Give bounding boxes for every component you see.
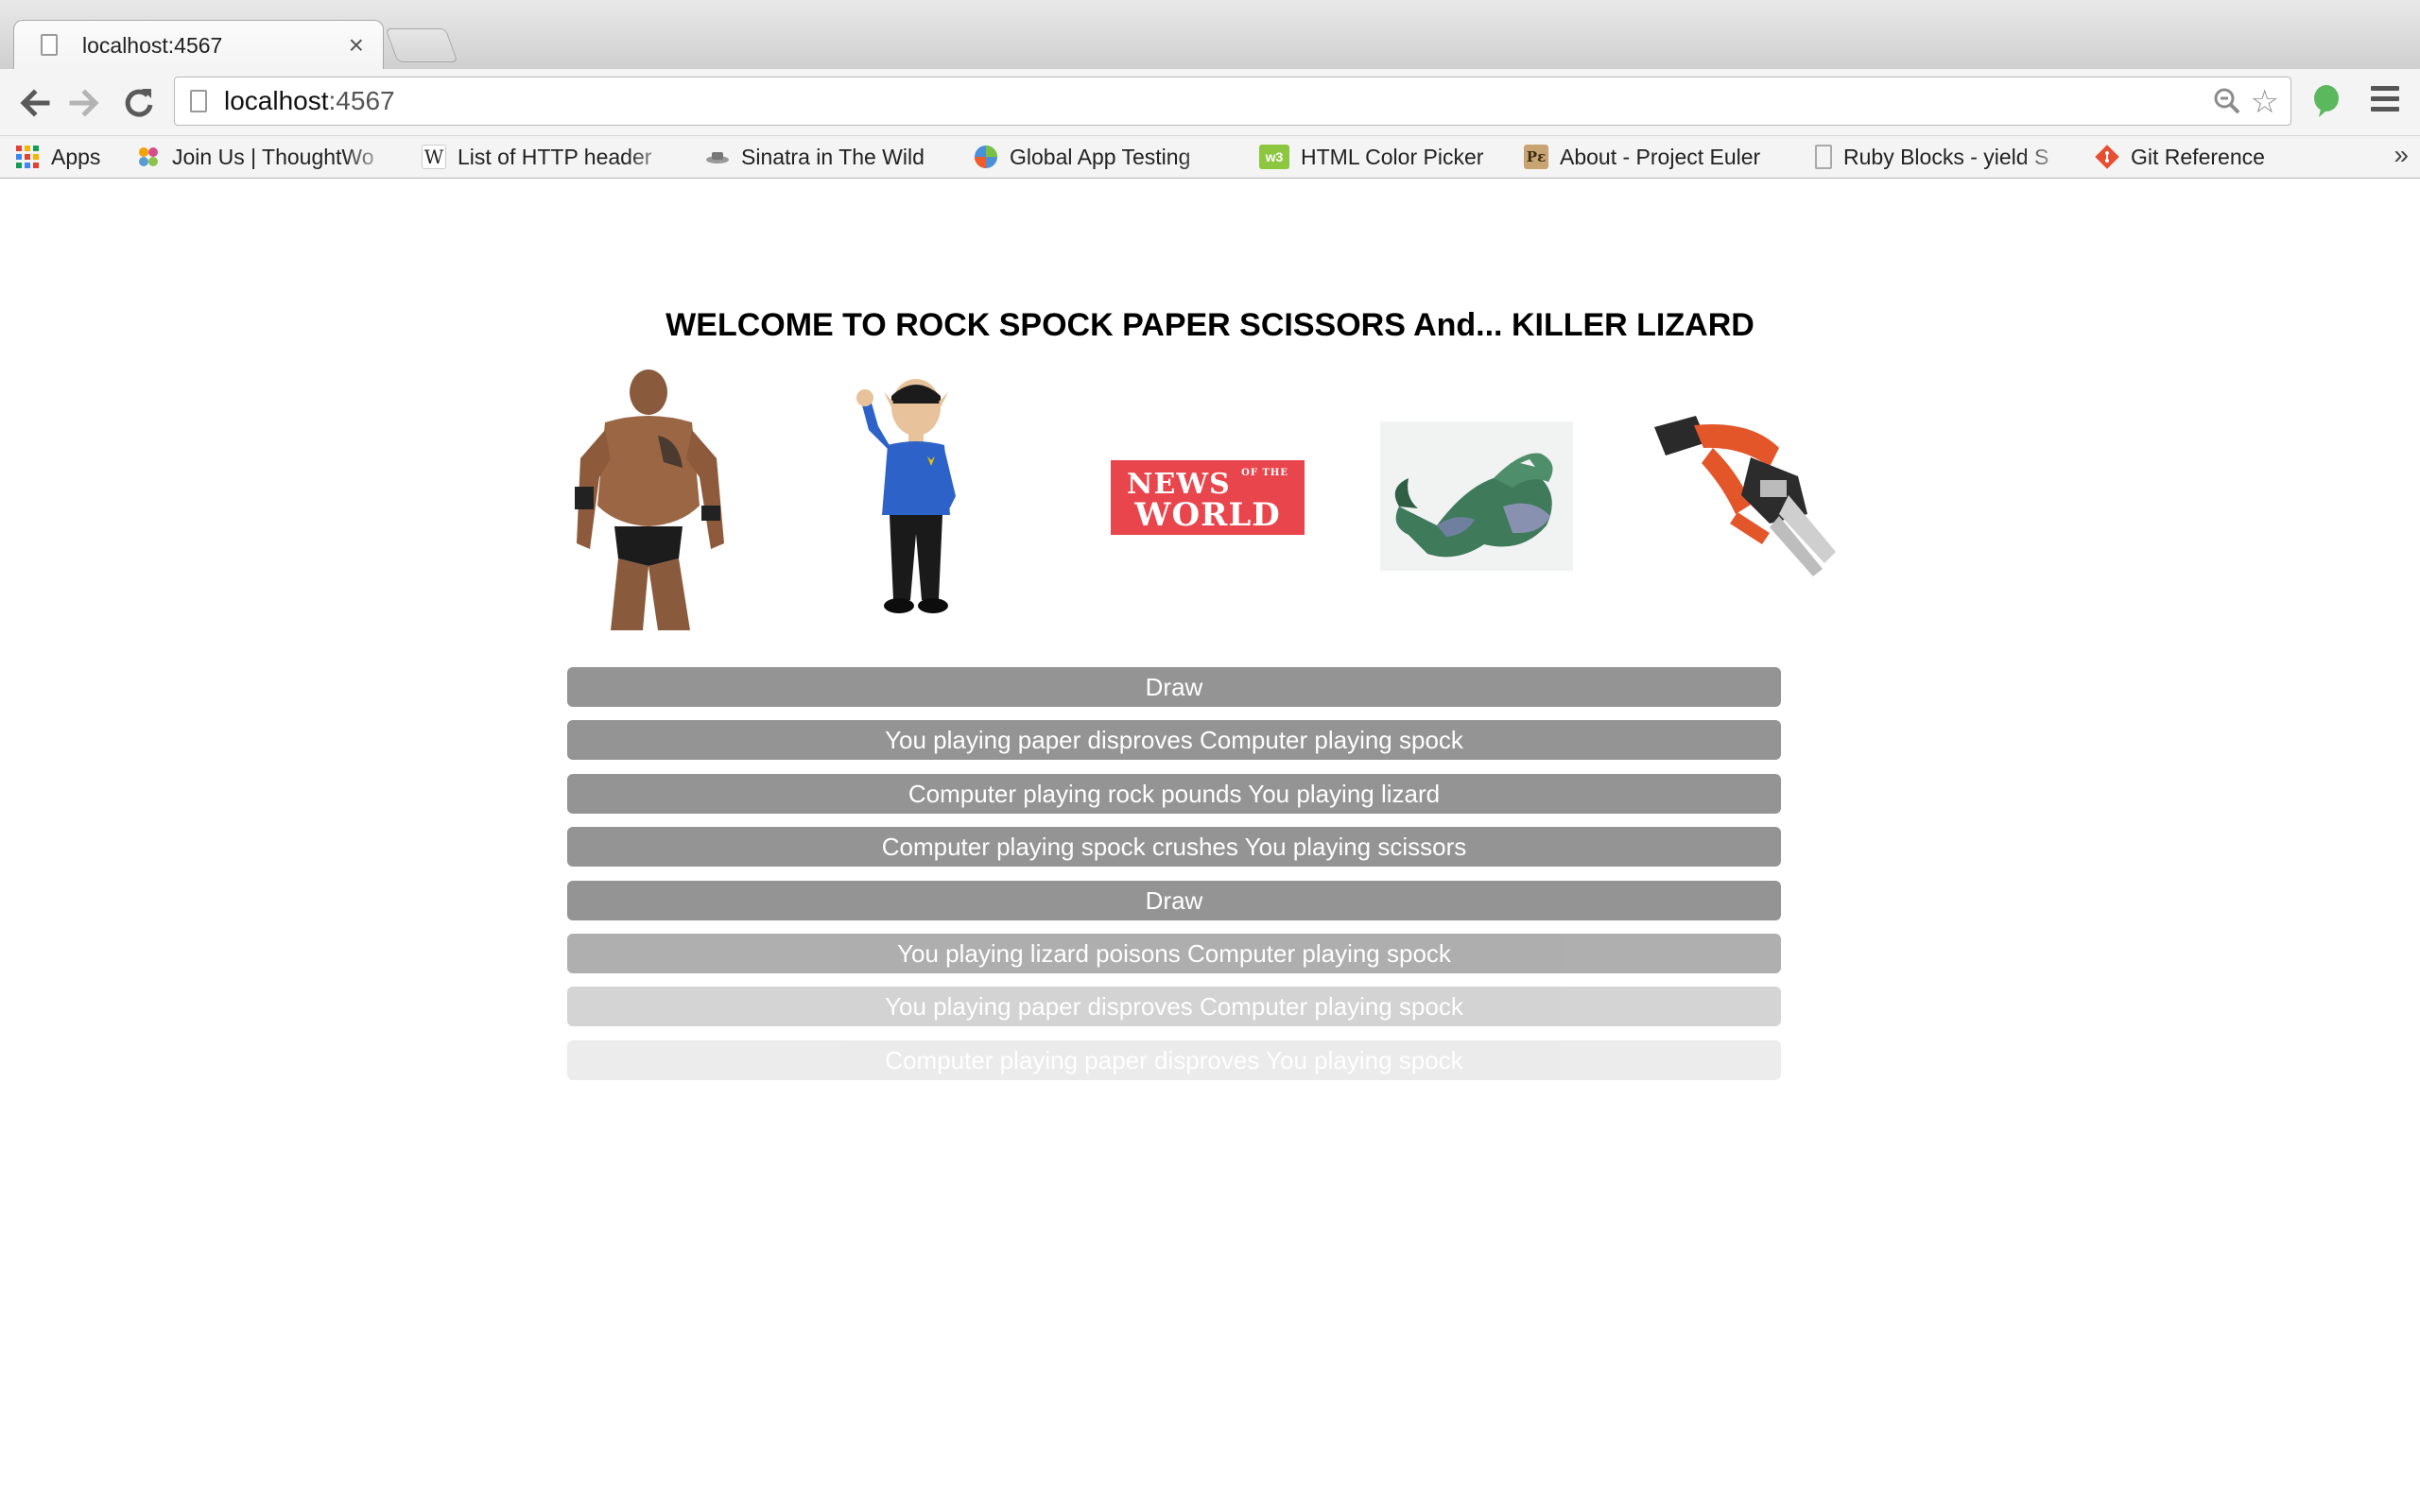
bookmark-git-reference[interactable]: Git Reference xyxy=(2095,136,2322,178)
result-row: You playing paper disproves Computer pla… xyxy=(567,720,1781,761)
address-bar[interactable]: localhost:4567 ☆ xyxy=(174,77,2291,126)
bookmark-http-headers[interactable]: W List of HTTP header xyxy=(422,136,679,178)
zoom-icon[interactable] xyxy=(2213,87,2241,115)
url-text: localhost:4567 xyxy=(224,86,395,115)
page-icon xyxy=(41,34,58,56)
result-row: Computer playing paper disproves You pla… xyxy=(567,1040,1781,1080)
wikipedia-logo-icon: W xyxy=(422,144,446,169)
tab-close-icon[interactable]: × xyxy=(349,30,364,60)
back-icon[interactable] xyxy=(13,82,55,124)
bookmark-project-euler[interactable]: Pε About - Project Euler xyxy=(1524,136,1804,178)
apps-grid-icon xyxy=(16,145,39,168)
bookmark-html-color-picker[interactable]: w3 HTML Color Picker xyxy=(1259,136,1505,178)
browser-toolbar: localhost:4567 ☆ xyxy=(0,69,2420,136)
page-title: WELCOME TO ROCK SPOCK PAPER SCISSORS And… xyxy=(666,307,1754,343)
result-row: You playing paper disproves Computer pla… xyxy=(567,987,1781,1027)
bookmarks-bar: Apps Join Us | ThoughtWo W List of HTTP h… xyxy=(0,136,2420,179)
menu-icon[interactable] xyxy=(2371,86,2399,114)
newspaper-logo-line2: WORLD xyxy=(1134,496,1281,534)
result-row: Draw xyxy=(567,880,1781,920)
bookmark-global-app-testing[interactable]: Global App Testing xyxy=(974,136,1231,178)
lizard-image[interactable] xyxy=(1380,421,1573,571)
result-row: Draw xyxy=(567,667,1781,707)
wrestler-image[interactable] xyxy=(567,364,730,630)
spock-image[interactable] xyxy=(856,373,969,619)
bookmarks-overflow-icon[interactable]: » xyxy=(2394,136,2409,174)
bookmark-sinatra[interactable]: Sinatra in The Wild xyxy=(705,136,960,178)
result-row: You playing lizard poisons Computer play… xyxy=(567,933,1781,973)
bookmark-thoughtworks[interactable]: Join Us | ThoughtWo xyxy=(136,136,395,178)
newspaper-logo[interactable]: NEWS OF THE WORLD xyxy=(1111,460,1305,535)
forward-icon[interactable] xyxy=(64,82,106,124)
bookmark-ruby-blocks[interactable]: Ruby Blocks - yield S xyxy=(1815,136,2072,178)
evernote-icon[interactable] xyxy=(2312,84,2341,118)
result-row: Computer playing rock pounds You playing… xyxy=(567,773,1781,814)
results-list: Draw You playing paper disproves Compute… xyxy=(567,667,1781,1093)
thoughtworks-logo-icon xyxy=(139,146,158,166)
globe-logo-icon xyxy=(975,145,997,168)
reload-icon[interactable] xyxy=(117,82,159,124)
page-icon xyxy=(190,90,207,112)
w3-logo-icon: w3 xyxy=(1259,144,1289,169)
project-euler-logo-icon: Pε xyxy=(1524,144,1548,169)
browser-tab[interactable]: localhost:4567 × xyxy=(13,20,384,70)
new-tab-button[interactable] xyxy=(385,28,458,62)
tab-strip: localhost:4567 × xyxy=(0,0,2420,70)
page-icon xyxy=(1815,144,1832,169)
bookmark-star-icon[interactable]: ☆ xyxy=(2251,83,2279,121)
git-logo-icon xyxy=(2095,145,2119,169)
bookmark-apps[interactable]: Apps xyxy=(15,136,119,178)
saw-image[interactable] xyxy=(1647,410,1841,582)
result-row: Computer playing spock crushes You playi… xyxy=(567,827,1781,868)
tab-title: localhost:4567 xyxy=(82,33,223,58)
sinatra-logo-icon xyxy=(706,151,729,163)
